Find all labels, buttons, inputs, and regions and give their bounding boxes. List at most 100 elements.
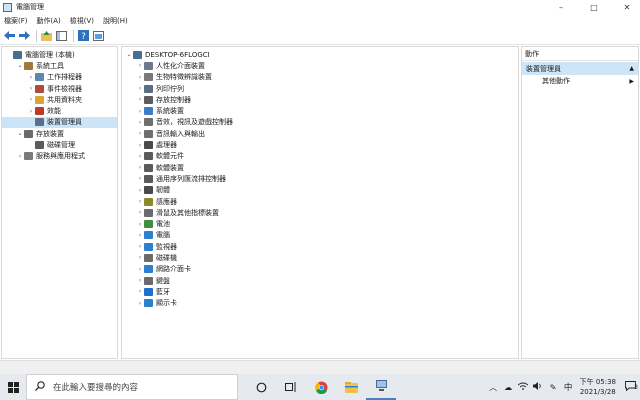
collapse-arrow-icon[interactable]: › <box>136 74 144 81</box>
collapse-arrow-icon[interactable]: › <box>27 85 35 92</box>
device-category-item[interactable]: › 顯示卡 <box>122 298 518 309</box>
collapse-arrow-icon[interactable]: › <box>136 96 144 103</box>
up-folder-icon[interactable] <box>40 30 52 42</box>
console-tree-item[interactable]: › 工作排程器 <box>2 72 117 83</box>
collapse-arrow-icon[interactable]: › <box>136 209 144 216</box>
actions-header: 動作 <box>522 47 638 61</box>
device-category-item[interactable]: › 存放控制器 <box>122 94 518 105</box>
shared-folders-icon <box>35 95 44 104</box>
status-bar <box>0 360 640 374</box>
hid-icon <box>144 61 153 70</box>
collapse-arrow-icon[interactable]: › <box>136 254 144 261</box>
console-tree-item[interactable]: › 事件檢視器 <box>2 83 117 94</box>
collapse-arrow-icon[interactable]: › <box>136 300 144 307</box>
help-icon[interactable]: ? <box>77 30 89 42</box>
windows-start-icon[interactable] <box>0 374 26 400</box>
console-tree-item[interactable]: 電腦管理 (本機) <box>2 49 117 60</box>
device-category-item[interactable]: › 網路介面卡 <box>122 264 518 275</box>
collapse-arrow-icon[interactable]: › <box>136 198 144 205</box>
device-category-item[interactable]: › 滑鼠及其他指標裝置 <box>122 207 518 218</box>
device-category-item[interactable]: › 鍵盤 <box>122 275 518 286</box>
collapse-arrow-icon[interactable]: › <box>136 187 144 194</box>
collapse-arrow-icon[interactable]: › <box>136 119 144 126</box>
collapse-arrow-icon[interactable]: › <box>136 243 144 250</box>
collapse-arrow-icon[interactable]: › <box>136 175 144 182</box>
usb-icon <box>144 174 153 183</box>
console-tree-item[interactable]: 磁碟管理 <box>2 139 117 150</box>
collapse-arrow-icon[interactable]: › <box>136 62 144 69</box>
volume-icon[interactable] <box>531 382 546 392</box>
collapse-arrow-icon[interactable]: › <box>136 232 144 239</box>
onedrive-icon[interactable]: ☁ <box>501 383 516 392</box>
menu-action[interactable]: 動作(A) <box>37 16 61 26</box>
pen-icon[interactable]: ✎ <box>546 383 561 392</box>
device-category-item[interactable]: › 音效，視訊及遊戲控制器 <box>122 117 518 128</box>
device-category-item[interactable]: › 音訊輸入與輸出 <box>122 128 518 139</box>
device-tree-root[interactable]: ⌄ DESKTOP-6FLOGCI <box>122 49 518 60</box>
menu-file[interactable]: 檔案(F) <box>4 16 28 26</box>
expand-arrow-icon[interactable]: ⌄ <box>16 62 24 69</box>
taskbar-search-box[interactable]: 在此輸入要搜尋的內容 <box>26 374 238 400</box>
collapse-arrow-icon[interactable]: › <box>136 130 144 137</box>
console-tree-item[interactable]: ⌄ 系統工具 <box>2 60 117 71</box>
collapse-arrow-icon[interactable]: › <box>136 153 144 160</box>
console-tree-item[interactable]: 裝置管理員 <box>2 116 117 129</box>
device-category-item[interactable]: › 韌體 <box>122 185 518 196</box>
collapse-arrow-icon[interactable]: › <box>136 221 144 228</box>
console-tree-item[interactable]: › 效能 <box>2 105 117 116</box>
computer-management-taskbar-icon[interactable] <box>366 374 396 400</box>
minimize-button[interactable]: – <box>548 0 574 14</box>
collapse-arrow-icon[interactable]: › <box>136 164 144 171</box>
device-category-item[interactable]: › 監視器 <box>122 241 518 252</box>
device-category-item[interactable]: › 軟體裝置 <box>122 162 518 173</box>
device-category-item[interactable]: › 列印佇列 <box>122 83 518 94</box>
file-explorer-icon[interactable] <box>336 374 366 400</box>
device-category-item[interactable]: › 感應器 <box>122 196 518 207</box>
collapse-arrow-icon[interactable]: › <box>27 74 35 81</box>
console-tree-item[interactable]: › 服務與應用程式 <box>2 151 117 162</box>
ime-indicator[interactable]: 中 <box>561 381 576 393</box>
task-view-icon[interactable] <box>276 374 306 400</box>
device-category-item[interactable]: › 人性化介面裝置 <box>122 60 518 71</box>
taskbar-clock[interactable]: 下午 05:38 2021/3/28 <box>580 377 616 397</box>
cortana-icon[interactable] <box>246 374 276 400</box>
device-category-item[interactable]: › 藍牙 <box>122 286 518 297</box>
collapse-arrow-icon[interactable]: › <box>136 266 144 273</box>
device-category-item[interactable]: › 系統裝置 <box>122 105 518 116</box>
chrome-icon[interactable] <box>306 374 336 400</box>
device-category-item[interactable]: › 磁碟機 <box>122 252 518 263</box>
menu-view[interactable]: 檢視(V) <box>70 16 94 26</box>
collapse-arrow-icon[interactable]: › <box>136 288 144 295</box>
device-category-item[interactable]: › 通用序列匯流排控制器 <box>122 173 518 184</box>
biometric-icon <box>144 73 153 82</box>
device-category-item[interactable]: › 電池 <box>122 218 518 229</box>
notification-center-icon[interactable]: 3 <box>620 381 640 393</box>
expand-arrow-icon[interactable]: ⌄ <box>16 130 24 137</box>
back-arrow-icon[interactable] <box>3 30 15 42</box>
actions-section-device-manager[interactable]: 裝置管理員 ▲ <box>522 62 638 75</box>
expand-arrow-icon[interactable]: ⌄ <box>125 51 133 58</box>
collapse-arrow-icon[interactable]: › <box>16 153 24 160</box>
action-more-actions[interactable]: 其他動作 ▶ <box>522 75 638 87</box>
menu-help[interactable]: 說明(H) <box>103 16 128 26</box>
console-tree-item[interactable]: › 共用資料夾 <box>2 94 117 105</box>
device-category-item[interactable]: › 軟體元件 <box>122 151 518 162</box>
device-category-item[interactable]: › 生物特徵辨識裝置 <box>122 72 518 83</box>
maximize-button[interactable]: □ <box>581 0 607 14</box>
close-button[interactable]: ✕ <box>614 0 640 14</box>
collapse-arrow-icon[interactable]: › <box>27 96 35 103</box>
collapse-arrow-icon[interactable]: › <box>136 108 144 115</box>
collapse-up-icon[interactable]: ▲ <box>629 65 634 72</box>
collapse-arrow-icon[interactable]: › <box>136 85 144 92</box>
wifi-icon[interactable] <box>516 382 531 392</box>
collapse-arrow-icon[interactable]: › <box>27 108 35 115</box>
device-category-item[interactable]: › 處理器 <box>122 139 518 150</box>
collapse-arrow-icon[interactable]: › <box>136 277 144 284</box>
properties-icon[interactable] <box>92 30 104 42</box>
collapse-arrow-icon[interactable]: › <box>136 142 144 149</box>
device-category-item[interactable]: › 電腦 <box>122 230 518 241</box>
console-tree-item[interactable]: ⌄ 存放裝置 <box>2 128 117 139</box>
show-hide-console-tree-icon[interactable] <box>55 30 67 42</box>
show-hidden-icons-icon[interactable]: ︿ <box>486 382 501 393</box>
forward-arrow-icon[interactable] <box>18 30 30 42</box>
